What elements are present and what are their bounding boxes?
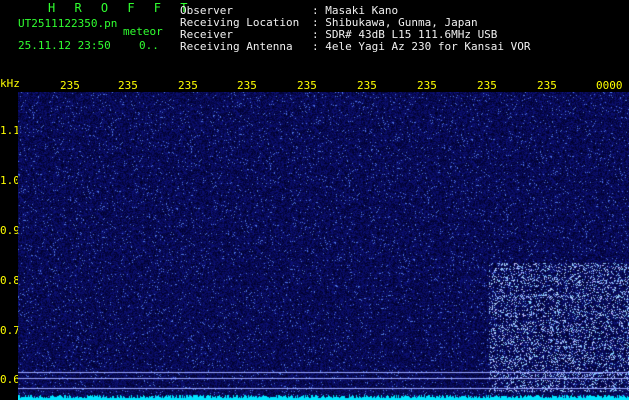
- antenna-value: : 4ele Yagi Az 230 for Kansai VOR: [312, 40, 531, 53]
- header-panel: H R O F F T UT2511122350.pn meteor 25.11…: [0, 0, 629, 78]
- meteor-count: 0..: [139, 39, 159, 52]
- date-time: 25.11.12 23:50: [18, 39, 111, 52]
- time-label: 235: [178, 79, 198, 92]
- time-label: 235: [537, 79, 557, 92]
- antenna-label: Receiving Antenna: [180, 40, 293, 53]
- frequency-axis: kHz 1.1 1.0 0.9 0.8 0.7 0.6: [0, 77, 20, 400]
- brand-title: H R O F F T: [48, 1, 194, 15]
- time-label: 235: [357, 79, 377, 92]
- freq-label: 0.6: [0, 373, 20, 386]
- time-label: 0000: [596, 79, 623, 92]
- freq-label: 0.7: [0, 324, 20, 337]
- freq-label: 1.0: [0, 174, 20, 187]
- spectrogram-canvas: [18, 92, 629, 400]
- time-label: 235: [237, 79, 257, 92]
- time-label: 235: [297, 79, 317, 92]
- time-label: 235: [417, 79, 437, 92]
- freq-label: 1.1: [0, 124, 20, 137]
- freq-unit-label: kHz: [0, 77, 20, 90]
- time-label: 235: [118, 79, 138, 92]
- freq-label: 0.9: [0, 224, 20, 237]
- time-label: 235: [60, 79, 80, 92]
- freq-label: 0.8: [0, 274, 20, 287]
- file-name: UT2511122350.pn: [18, 17, 118, 30]
- time-label: 235: [477, 79, 497, 92]
- meteor-label: meteor: [123, 25, 163, 38]
